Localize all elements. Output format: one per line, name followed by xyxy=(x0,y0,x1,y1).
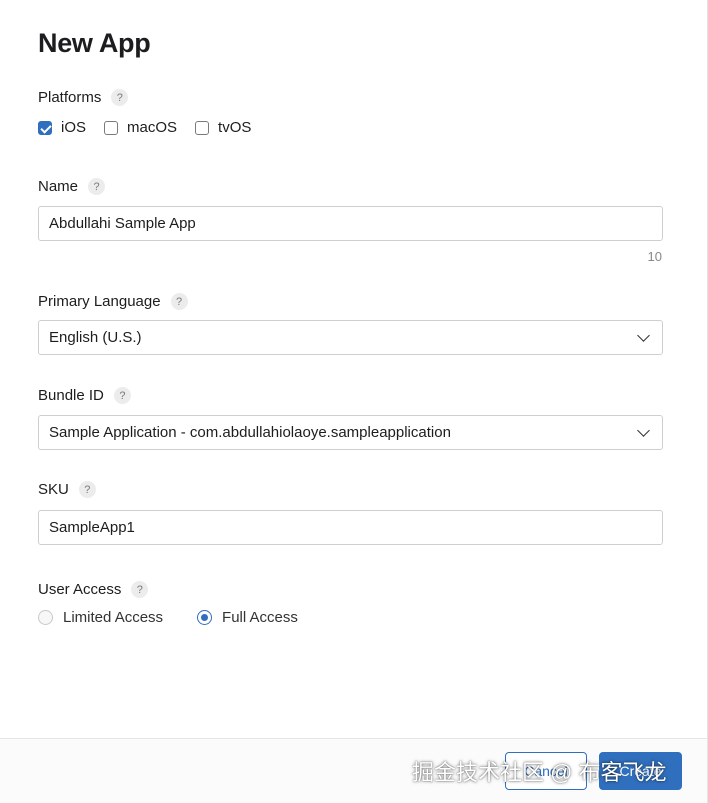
bundle-id-selected: Sample Application - com.abdullahiolaoye… xyxy=(49,424,451,441)
checkbox-checked-icon[interactable] xyxy=(38,120,52,135)
platforms-label-row: Platforms ? xyxy=(38,89,129,106)
name-input[interactable]: Abdullahi Sample App xyxy=(38,206,663,241)
bundle-id-select[interactable]: Sample Application - com.abdullahiolaoye… xyxy=(38,415,663,450)
platform-macos-checkbox[interactable]: macOS xyxy=(104,119,177,136)
platforms-help-icon[interactable]: ? xyxy=(111,89,129,106)
limited-access-radio[interactable]: Limited Access xyxy=(38,609,163,626)
platform-tvos-checkbox[interactable]: tvOS xyxy=(195,119,251,136)
primary-language-help-icon[interactable]: ? xyxy=(170,293,188,310)
sku-label: SKU xyxy=(38,481,69,498)
full-access-radio[interactable]: Full Access xyxy=(197,609,298,626)
cancel-button[interactable]: Cancel xyxy=(505,752,587,790)
chevron-down-icon xyxy=(637,328,650,342)
user-access-label: User Access xyxy=(38,581,122,598)
name-input-value: Abdullahi Sample App xyxy=(49,215,196,232)
name-label-row: Name ? xyxy=(38,178,106,195)
chevron-down-icon xyxy=(637,423,650,437)
platform-tvos-label: tvOS xyxy=(218,119,252,136)
sku-label-row: SKU ? xyxy=(38,481,96,498)
name-label: Name xyxy=(38,178,79,195)
radio-unselected-icon[interactable] xyxy=(38,610,53,625)
primary-language-selected: English (U.S.) xyxy=(49,329,142,346)
create-button[interactable]: Create xyxy=(599,752,682,790)
name-character-counter: 10 xyxy=(647,249,662,264)
platform-ios-checkbox[interactable]: iOS xyxy=(38,119,86,136)
name-help-icon[interactable]: ? xyxy=(88,178,106,195)
platforms-label: Platforms xyxy=(38,89,102,106)
dialog-title: New App xyxy=(38,28,151,58)
checkbox-unchecked-icon[interactable] xyxy=(195,120,210,135)
bundle-id-label: Bundle ID xyxy=(38,387,104,404)
checkbox-unchecked-icon[interactable] xyxy=(104,120,119,135)
bundle-id-label-row: Bundle ID ? xyxy=(38,387,131,404)
sku-help-icon[interactable]: ? xyxy=(78,481,96,498)
primary-language-select[interactable]: English (U.S.) xyxy=(38,320,663,355)
platforms-options: iOS macOS tvOS xyxy=(38,119,269,136)
primary-language-label-row: Primary Language ? xyxy=(38,293,188,310)
full-access-label: Full Access xyxy=(222,609,298,626)
platform-macos-label: macOS xyxy=(127,119,178,136)
radio-selected-icon[interactable] xyxy=(197,610,213,625)
user-access-options: Limited Access Full Access xyxy=(38,609,332,626)
user-access-help-icon[interactable]: ? xyxy=(131,581,149,598)
bundle-id-help-icon[interactable]: ? xyxy=(113,387,131,404)
primary-language-label: Primary Language xyxy=(38,293,161,310)
user-access-label-row: User Access ? xyxy=(38,581,149,598)
limited-access-label: Limited Access xyxy=(63,609,164,626)
new-app-dialog: New App Platforms ? iOS macOS tvOS Name … xyxy=(0,0,708,803)
sku-input-value: SampleApp1 xyxy=(49,519,135,536)
platform-ios-label: iOS xyxy=(61,119,87,136)
dialog-footer: Cancel Create xyxy=(0,738,707,803)
sku-input[interactable]: SampleApp1 xyxy=(38,510,663,545)
